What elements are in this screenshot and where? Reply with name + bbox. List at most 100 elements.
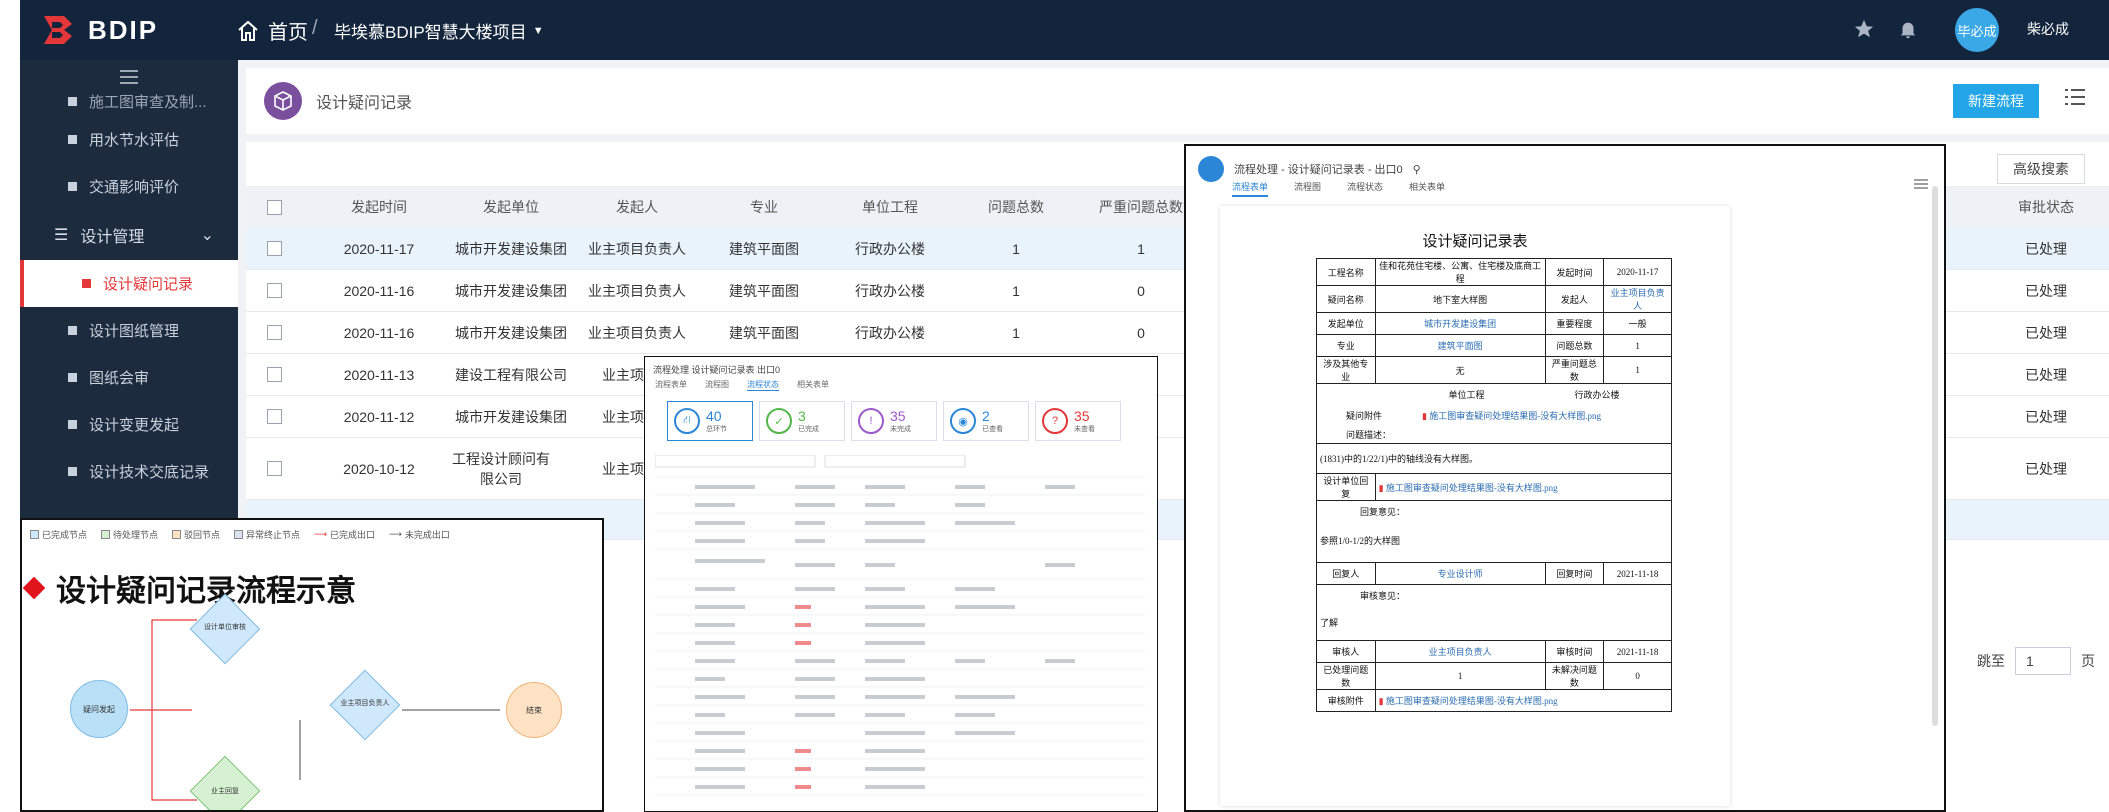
eye-icon: ◉ — [950, 408, 976, 434]
col-status[interactable]: 审批状态 — [1986, 186, 2106, 228]
project-name: 毕埃慕BDIP智慧大楼项目 — [334, 23, 527, 42]
row-checkbox[interactable] — [264, 228, 284, 269]
stat-num: 3 — [798, 408, 806, 424]
sidebar-item-drawings[interactable]: 设计图纸管理 — [20, 307, 238, 354]
row-checkbox[interactable] — [264, 438, 284, 499]
flow-node-end[interactable]: 结束 — [506, 682, 562, 738]
tab-form[interactable]: 流程表单 — [655, 379, 687, 391]
row-checkbox[interactable] — [264, 354, 284, 395]
stat-unviewed[interactable]: ? 35 未查看 — [1035, 401, 1121, 441]
sidebar-item-partial[interactable]: 施工图审查及制... — [20, 86, 238, 116]
stat-num: 35 — [890, 408, 906, 424]
field-label: 发起单位 — [1316, 312, 1376, 335]
field-value: 一般 — [1603, 312, 1672, 335]
sidebar-item-review[interactable]: 图纸会审 — [20, 354, 238, 401]
sidebar-group-design[interactable]: ☰ 设计管理 ⌄ — [20, 210, 238, 260]
cell-status: 已处理 — [2025, 460, 2067, 477]
tab-related[interactable]: 相关表单 — [1409, 180, 1445, 197]
form-row: 专业 建筑平面图 问题总数 1 — [1316, 334, 1672, 357]
attachment-link[interactable]: ▮ 施工图审查疑问处理结果图-没有大样图.png — [1374, 689, 1673, 712]
bell-icon[interactable] — [1897, 18, 1919, 40]
col-date[interactable]: 发起时间 — [304, 186, 454, 228]
pager-goto-label: 跳至 — [1977, 653, 2005, 669]
scrollbar[interactable] — [1932, 186, 1938, 726]
avatar[interactable]: 毕必成 — [1955, 8, 1999, 52]
pin-icon[interactable]: ⚲ — [1413, 163, 1421, 176]
sidebar-item-label: 设计技术交底记录 — [89, 464, 210, 481]
stat-label: 总环节 — [706, 426, 727, 433]
stat-label: 已查看 — [982, 426, 1003, 433]
field-value: 无 — [1374, 356, 1546, 384]
advanced-search-button[interactable]: 高级搜素 — [1997, 154, 2085, 184]
stat-num: 35 — [1074, 408, 1090, 424]
file-icon: ▮ — [1422, 411, 1427, 421]
legend-item: 异常终止节点 — [234, 528, 300, 541]
record-table: 工程名称 佳和花苑住宅楼、公寓、住宅楼及底商工程 发起时间 2020-11-17… — [1316, 258, 1673, 712]
field-label: 涉及其他专业 — [1316, 356, 1376, 384]
attachment-link[interactable]: ▮ 施工图审查疑问处理结果图-没有大样图.png — [1374, 473, 1673, 501]
tab-status[interactable]: 流程状态 — [1347, 180, 1383, 197]
tab-status[interactable]: 流程状态 — [747, 379, 779, 391]
field-value: 佳和花苑住宅楼、公寓、住宅楼及底商工程 — [1374, 258, 1546, 286]
sidebar-item-design-question[interactable]: 设计疑问记录 — [20, 260, 238, 307]
page-input[interactable]: 1 — [2015, 647, 2071, 675]
tab-flowchart[interactable]: 流程图 — [705, 379, 729, 391]
stat-total[interactable]: ⛙ 40 总环节 — [667, 401, 753, 441]
stat-num: 40 — [706, 408, 722, 424]
sidebar-item-traffic[interactable]: 交通影响评价 — [20, 163, 238, 210]
star-icon[interactable] — [1853, 18, 1875, 40]
project-selector[interactable]: 毕埃慕BDIP智慧大楼项目 ▼ — [334, 18, 544, 43]
field-label: 未解决问题数 — [1544, 662, 1605, 690]
cell-date: 2020-11-12 — [343, 408, 415, 425]
logo[interactable]: BDIP — [40, 12, 158, 48]
legend-label: 未完成出口 — [404, 530, 450, 540]
field-value: (1831)中的1/22/1)中的轴线没有大样图。 — [1316, 443, 1672, 474]
list-icon: ☰ — [54, 227, 69, 244]
sidebar-item-label: 设计图纸管理 — [89, 323, 180, 340]
flow-node-label: 设计单位审核 — [204, 624, 246, 631]
legend-label: 已完成出口 — [329, 530, 375, 540]
tab-related[interactable]: 相关表单 — [797, 379, 829, 391]
bdip-logo-icon — [44, 16, 72, 44]
sidebar-item-change[interactable]: 设计变更发起 — [20, 401, 238, 448]
flow-node-label: 业主项目负责人 — [340, 700, 390, 707]
flow-node-label: 疑问发起 — [83, 704, 115, 714]
flow-node-start[interactable]: 疑问发起 — [70, 680, 128, 738]
form-row: (1831)中的1/22/1)中的轴线没有大样图。 — [1316, 443, 1672, 474]
attachment-link[interactable]: ▮ 施工图审查疑问处理结果图-没有大样图.png — [1422, 409, 1601, 422]
legend-label: 驳回节点 — [184, 530, 221, 540]
sidebar-item-water[interactable]: 用水节水评估 — [20, 116, 238, 163]
status-panel-tabs: 流程表单 流程图 流程状态 相关表单 — [655, 379, 829, 391]
legend-label: 已完成节点 — [42, 530, 88, 540]
list-view-icon[interactable] — [2065, 88, 2085, 106]
tab-form[interactable]: 流程表单 — [1232, 180, 1269, 197]
page-title: 设计疑问记录 — [316, 95, 413, 112]
top-bar: BDIP 首页 / 毕埃慕BDIP智慧大楼项目 ▼ 毕必成 柴必成 — [20, 0, 2109, 60]
cell-date: 2020-11-16 — [343, 282, 415, 299]
stat-pending[interactable]: ! 35 未完成 — [851, 401, 937, 441]
row-checkbox[interactable] — [264, 396, 284, 437]
stat-viewed[interactable]: ◉ 2 已查看 — [943, 401, 1029, 441]
row-checkbox[interactable] — [264, 270, 284, 311]
legend-swatch — [101, 530, 111, 539]
field-label: 审核意见： — [1360, 591, 1406, 601]
menu-square-icon — [68, 135, 77, 144]
row-checkbox[interactable] — [264, 312, 284, 353]
cell-status: 已处理 — [2025, 282, 2067, 299]
stat-done[interactable]: ✓ 3 已完成 — [759, 401, 845, 441]
user-name[interactable]: 柴必成 — [2027, 19, 2069, 39]
status-list-lines — [655, 455, 1145, 796]
field-value: 2021-11-18 — [1603, 562, 1672, 585]
sidebar-item-disclosure[interactable]: 设计技术交底记录 — [20, 448, 238, 495]
form-row: 单位工程 行政办公楼 疑问附件 ▮ 施工图审查疑问处理结果图-没有大样图.png 问… — [1316, 383, 1672, 444]
home-link[interactable]: 首页 — [236, 16, 308, 45]
select-all-checkbox[interactable] — [264, 186, 284, 228]
menu-square-icon — [68, 182, 77, 191]
new-flow-button[interactable]: 新建流程 — [1953, 84, 2039, 118]
chevron-down-icon: ⌄ — [200, 227, 214, 244]
legend-item: 驳回节点 — [172, 528, 220, 541]
list-view-icon[interactable] — [1914, 178, 1928, 190]
form-row: 疑问名称 地下室大样图 发起人 业主项目负责人 — [1316, 285, 1672, 313]
tab-flowchart[interactable]: 流程图 — [1294, 180, 1321, 197]
flow-node-label: 业主回复 — [211, 788, 239, 795]
